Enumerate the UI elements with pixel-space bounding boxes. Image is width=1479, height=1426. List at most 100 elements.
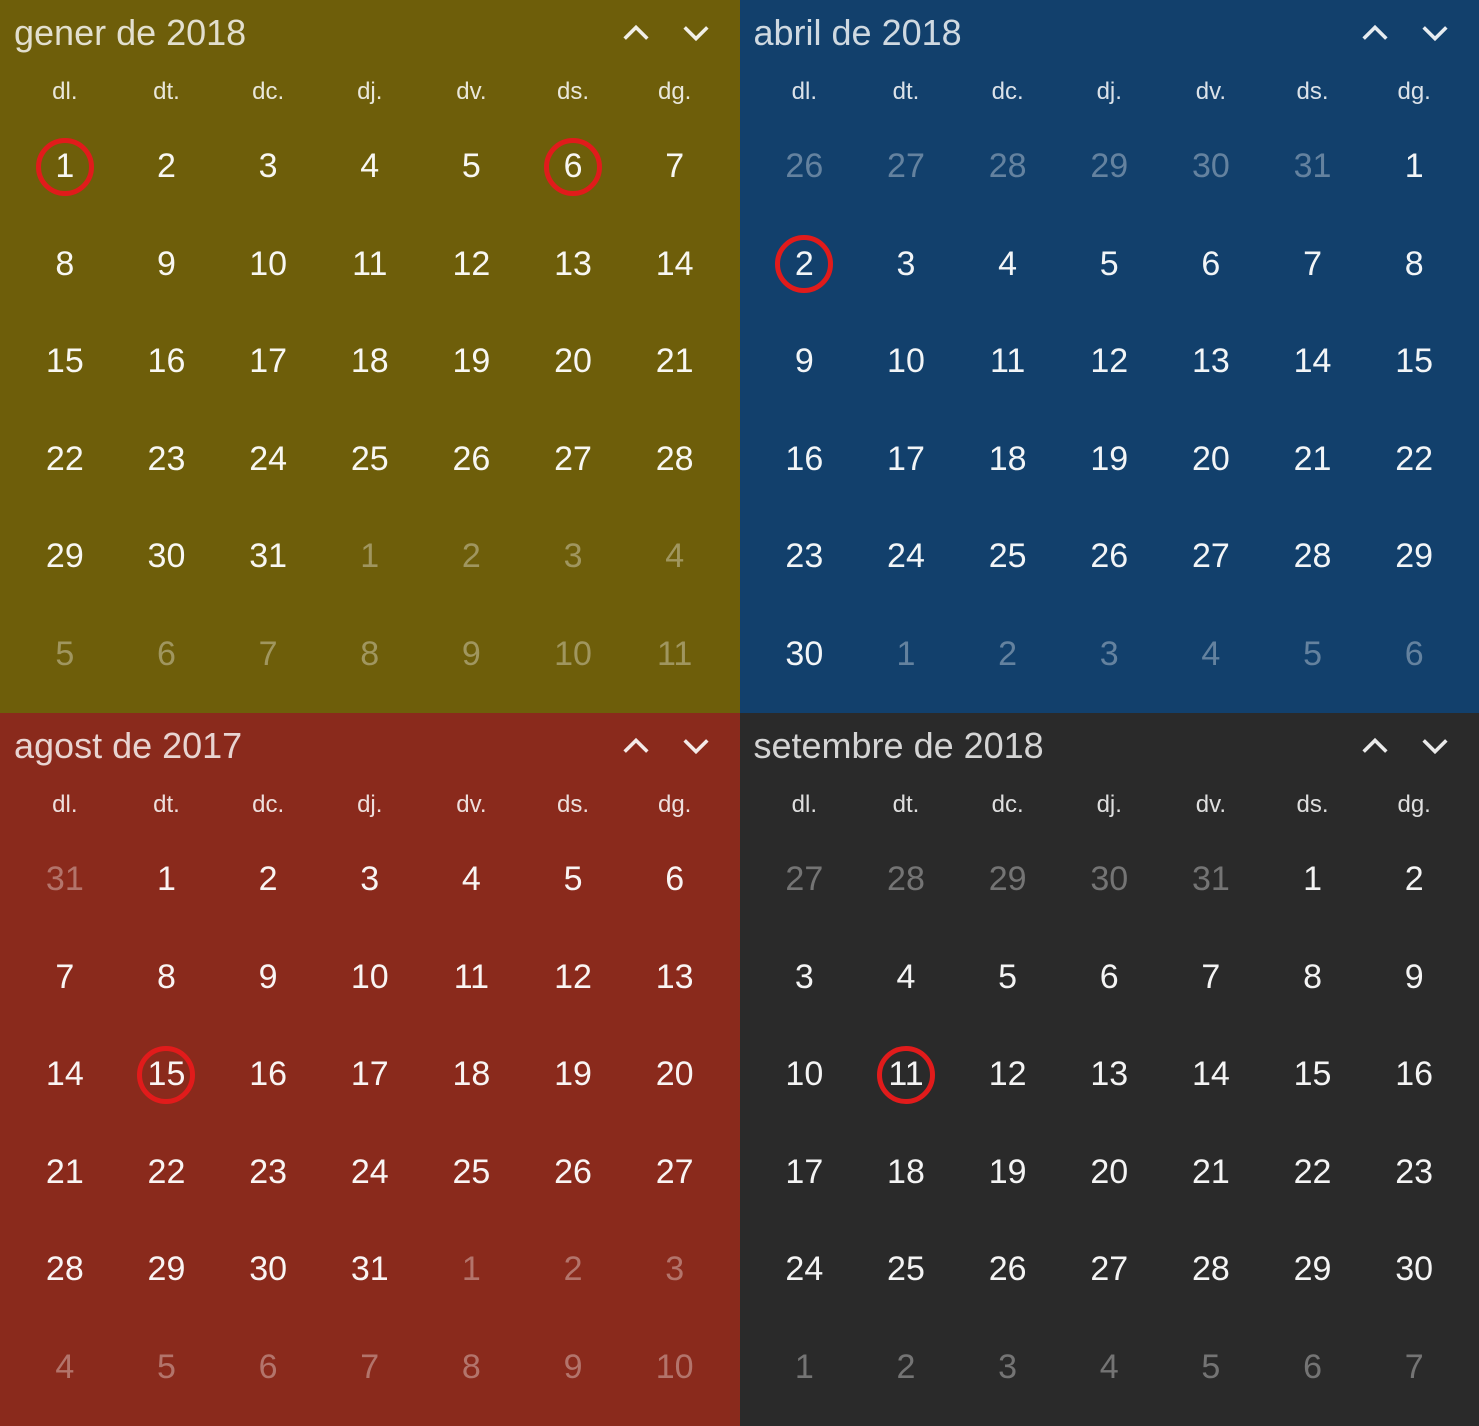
day-cell[interactable]: 14 (1160, 1026, 1262, 1124)
day-cell[interactable]: 30 (217, 1221, 319, 1319)
next-month-button[interactable] (666, 8, 726, 58)
day-cell[interactable]: 15 (116, 1026, 218, 1124)
month-year-title[interactable]: gener de 2018 (14, 12, 606, 54)
next-month-button[interactable] (666, 721, 726, 771)
day-cell-outside[interactable]: 27 (754, 831, 856, 929)
day-cell[interactable]: 12 (1058, 313, 1160, 411)
day-cell[interactable]: 28 (14, 1221, 116, 1319)
day-cell-outside[interactable]: 29 (957, 831, 1059, 929)
day-cell[interactable]: 7 (14, 929, 116, 1027)
next-month-button[interactable] (1405, 721, 1465, 771)
day-cell[interactable]: 27 (522, 411, 624, 509)
day-cell-outside[interactable]: 5 (1160, 1319, 1262, 1417)
day-cell-outside[interactable]: 31 (1160, 831, 1262, 929)
day-cell[interactable]: 20 (624, 1026, 726, 1124)
day-cell[interactable]: 18 (957, 411, 1059, 509)
day-cell[interactable]: 5 (522, 831, 624, 929)
day-cell-outside[interactable]: 28 (957, 118, 1059, 216)
day-cell-outside[interactable]: 30 (1160, 118, 1262, 216)
day-cell-outside[interactable]: 10 (522, 606, 624, 704)
day-cell[interactable]: 4 (319, 118, 421, 216)
day-cell[interactable]: 4 (421, 831, 523, 929)
day-cell-outside[interactable]: 10 (624, 1319, 726, 1417)
day-cell[interactable]: 6 (1058, 929, 1160, 1027)
day-cell-outside[interactable]: 4 (624, 508, 726, 606)
day-cell[interactable]: 18 (319, 313, 421, 411)
day-cell-outside[interactable]: 8 (319, 606, 421, 704)
day-cell-outside[interactable]: 4 (1058, 1319, 1160, 1417)
day-cell[interactable]: 20 (1058, 1124, 1160, 1222)
day-cell[interactable]: 14 (1262, 313, 1364, 411)
day-cell[interactable]: 21 (1262, 411, 1364, 509)
day-cell-outside[interactable]: 29 (1058, 118, 1160, 216)
day-cell[interactable]: 17 (754, 1124, 856, 1222)
day-cell-outside[interactable]: 7 (217, 606, 319, 704)
day-cell[interactable]: 22 (1262, 1124, 1364, 1222)
day-cell-outside[interactable]: 27 (855, 118, 957, 216)
day-cell[interactable]: 13 (624, 929, 726, 1027)
day-cell-outside[interactable]: 31 (14, 831, 116, 929)
day-cell[interactable]: 31 (319, 1221, 421, 1319)
day-cell-outside[interactable]: 31 (1262, 118, 1364, 216)
day-cell[interactable]: 2 (754, 216, 856, 314)
day-cell[interactable]: 5 (421, 118, 523, 216)
day-cell-outside[interactable]: 3 (624, 1221, 726, 1319)
day-cell[interactable]: 22 (14, 411, 116, 509)
day-cell-outside[interactable]: 2 (957, 606, 1059, 704)
prev-month-button[interactable] (606, 721, 666, 771)
day-cell-outside[interactable]: 1 (855, 606, 957, 704)
day-cell-outside[interactable]: 26 (754, 118, 856, 216)
day-cell-outside[interactable]: 3 (957, 1319, 1059, 1417)
prev-month-button[interactable] (606, 8, 666, 58)
day-cell-outside[interactable]: 5 (116, 1319, 218, 1417)
day-cell[interactable]: 3 (754, 929, 856, 1027)
day-cell-outside[interactable]: 2 (855, 1319, 957, 1417)
day-cell[interactable]: 14 (14, 1026, 116, 1124)
day-cell[interactable]: 20 (1160, 411, 1262, 509)
day-cell[interactable]: 24 (855, 508, 957, 606)
next-month-button[interactable] (1405, 8, 1465, 58)
day-cell[interactable]: 24 (754, 1221, 856, 1319)
day-cell[interactable]: 25 (319, 411, 421, 509)
prev-month-button[interactable] (1345, 8, 1405, 58)
day-cell[interactable]: 9 (754, 313, 856, 411)
day-cell[interactable]: 31 (217, 508, 319, 606)
day-cell[interactable]: 6 (522, 118, 624, 216)
day-cell[interactable]: 19 (1058, 411, 1160, 509)
day-cell[interactable]: 17 (319, 1026, 421, 1124)
day-cell[interactable]: 10 (217, 216, 319, 314)
day-cell-outside[interactable]: 1 (421, 1221, 523, 1319)
day-cell[interactable]: 2 (1363, 831, 1465, 929)
day-cell[interactable]: 12 (522, 929, 624, 1027)
day-cell[interactable]: 26 (957, 1221, 1059, 1319)
day-cell[interactable]: 13 (1160, 313, 1262, 411)
day-cell[interactable]: 5 (957, 929, 1059, 1027)
day-cell[interactable]: 23 (754, 508, 856, 606)
day-cell-outside[interactable]: 8 (421, 1319, 523, 1417)
day-cell[interactable]: 19 (957, 1124, 1059, 1222)
day-cell[interactable]: 14 (624, 216, 726, 314)
day-cell[interactable]: 15 (1262, 1026, 1364, 1124)
day-cell-outside[interactable]: 6 (1363, 606, 1465, 704)
day-cell[interactable]: 27 (1160, 508, 1262, 606)
day-cell[interactable]: 8 (14, 216, 116, 314)
day-cell[interactable]: 3 (855, 216, 957, 314)
day-cell-outside[interactable]: 11 (624, 606, 726, 704)
day-cell[interactable]: 11 (421, 929, 523, 1027)
day-cell-outside[interactable]: 1 (754, 1319, 856, 1417)
day-cell[interactable]: 7 (1160, 929, 1262, 1027)
day-cell[interactable]: 8 (116, 929, 218, 1027)
day-cell[interactable]: 24 (319, 1124, 421, 1222)
day-cell-outside[interactable]: 1 (319, 508, 421, 606)
day-cell-outside[interactable]: 7 (319, 1319, 421, 1417)
day-cell[interactable]: 11 (319, 216, 421, 314)
day-cell[interactable]: 15 (14, 313, 116, 411)
day-cell[interactable]: 29 (14, 508, 116, 606)
day-cell[interactable]: 28 (1160, 1221, 1262, 1319)
day-cell[interactable]: 12 (421, 216, 523, 314)
day-cell[interactable]: 30 (754, 606, 856, 704)
day-cell[interactable]: 29 (1363, 508, 1465, 606)
day-cell[interactable]: 29 (116, 1221, 218, 1319)
day-cell[interactable]: 17 (855, 411, 957, 509)
day-cell[interactable]: 26 (421, 411, 523, 509)
